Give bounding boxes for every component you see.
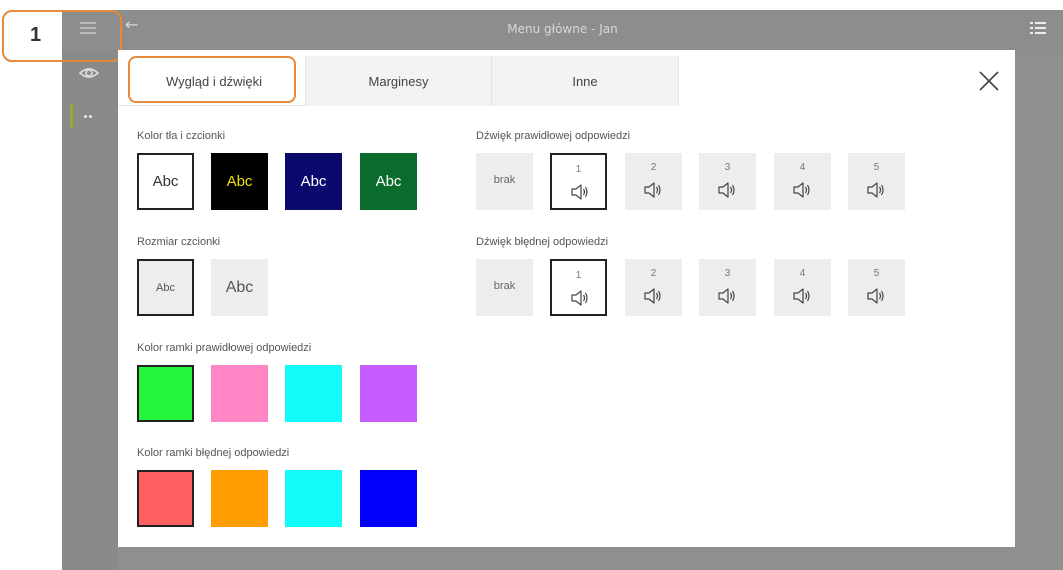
close-icon[interactable]	[974, 66, 1004, 96]
sidebar-item-dots[interactable]	[70, 104, 110, 128]
sound-number: 2	[650, 268, 657, 279]
correct-frame-color-pink[interactable]	[211, 365, 268, 422]
swatch-text: Abc	[300, 173, 327, 190]
swatch-text: Abc	[156, 281, 175, 294]
wrong-frame-color-cyan[interactable]	[285, 470, 342, 527]
sound-number: 5	[873, 268, 880, 279]
wrong-frame-color-orange[interactable]	[211, 470, 268, 527]
callout-number: 1	[30, 24, 42, 46]
correct-sound-label: Dźwięk prawidłowej odpowiedzi	[476, 130, 631, 142]
speaker-icon	[793, 182, 810, 198]
tab-label: Inne	[572, 73, 598, 89]
sound-number: 2	[650, 162, 657, 173]
bg-font-option-green[interactable]: Abc	[360, 153, 417, 210]
sound-number: 1	[575, 270, 582, 281]
correct-sound-4[interactable]: 4	[774, 153, 831, 210]
font-size-option-small[interactable]: Abc	[137, 259, 194, 316]
wrong-sound-label: Dźwięk błędnej odpowiedzi	[476, 236, 609, 248]
title-bar: Menu główne - Jan	[62, 10, 1063, 50]
wrong-sound-5[interactable]: 5	[848, 259, 905, 316]
speaker-icon	[644, 288, 661, 304]
correct-sound-2[interactable]: 2	[625, 153, 682, 210]
correct-sound-3[interactable]: 3	[699, 153, 756, 210]
sound-none-label: brak	[493, 280, 516, 292]
speaker-icon	[571, 290, 588, 306]
swatch-text: Abc	[152, 173, 179, 190]
wrong-frame-color-label: Kolor ramki błędnej odpowiedzi	[137, 447, 290, 459]
speaker-icon	[867, 288, 884, 304]
callout-box	[2, 10, 122, 62]
swatch-text: Abc	[226, 173, 253, 190]
sidebar	[62, 50, 118, 570]
correct-frame-color-label: Kolor ramki prawidłowej odpowiedzi	[137, 342, 312, 354]
speaker-icon	[867, 182, 884, 198]
tab-bar-spacer	[679, 56, 1015, 106]
wrong-sound-1[interactable]: 1	[550, 259, 607, 316]
speaker-icon	[793, 288, 810, 304]
back-arrow-icon[interactable]: ←	[125, 17, 138, 33]
window-title: Menu główne - Jan	[507, 22, 618, 36]
sound-number: 5	[873, 162, 880, 173]
wrong-frame-color-red[interactable]	[137, 470, 194, 527]
speaker-icon	[571, 184, 588, 200]
screen: Menu główne - Jan ← 1 Wygląd i dźwięki M…	[0, 0, 1063, 570]
bg-font-option-navy[interactable]: Abc	[285, 153, 342, 210]
speaker-icon	[644, 182, 661, 198]
sound-number: 3	[724, 162, 731, 173]
correct-frame-color-green[interactable]	[137, 365, 194, 422]
bg-font-option-black[interactable]: Abc	[211, 153, 268, 210]
correct-frame-color-cyan[interactable]	[285, 365, 342, 422]
list-icon[interactable]	[1030, 22, 1048, 36]
active-indicator	[70, 104, 73, 128]
speaker-icon	[718, 182, 735, 198]
wrong-frame-color-blue[interactable]	[360, 470, 417, 527]
tab-margins[interactable]: Marginesy	[305, 56, 491, 106]
correct-frame-color-purple[interactable]	[360, 365, 417, 422]
tab-label: Marginesy	[368, 73, 429, 89]
sound-number: 1	[575, 164, 582, 175]
correct-sound-5[interactable]: 5	[848, 153, 905, 210]
sound-none-label: brak	[493, 174, 516, 186]
sound-number: 4	[799, 268, 806, 279]
correct-sound-1[interactable]: 1	[550, 153, 607, 210]
tab-other[interactable]: Inne	[491, 56, 679, 106]
font-size-label: Rozmiar czcionki	[137, 236, 221, 248]
correct-sound-none[interactable]: brak	[476, 153, 533, 210]
font-size-option-large[interactable]: Abc	[211, 259, 268, 316]
wrong-sound-4[interactable]: 4	[774, 259, 831, 316]
wrong-sound-none[interactable]: brak	[476, 259, 533, 316]
wrong-sound-3[interactable]: 3	[699, 259, 756, 316]
wrong-sound-2[interactable]: 2	[625, 259, 682, 316]
speaker-icon	[718, 288, 735, 304]
bg-font-option-white[interactable]: Abc	[137, 153, 194, 210]
swatch-text: Abc	[375, 173, 402, 190]
sound-number: 3	[724, 268, 731, 279]
sound-number: 4	[799, 162, 806, 173]
eye-icon[interactable]	[78, 64, 100, 82]
bg-font-color-label: Kolor tła i czcionki	[137, 130, 226, 142]
tab-highlight	[128, 56, 296, 103]
swatch-text: Abc	[225, 278, 254, 296]
